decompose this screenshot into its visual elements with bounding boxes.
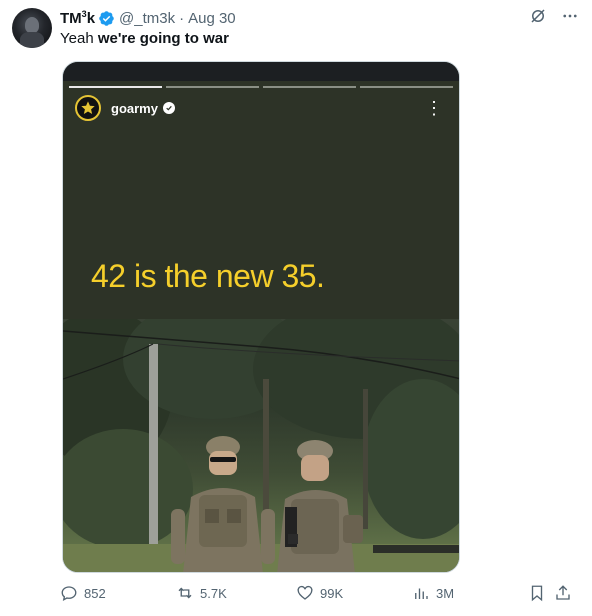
reply-button[interactable]: 852: [60, 584, 106, 602]
header-actions: [528, 6, 580, 26]
like-icon: [297, 585, 313, 600]
share-icon: [556, 585, 570, 600]
like-button[interactable]: 99K: [296, 584, 343, 602]
reply-icon: [61, 586, 77, 602]
like-count: 99K: [320, 585, 344, 601]
tweet-header: TM3k @_tm3k · Aug 30: [60, 8, 576, 28]
views-count: 3M: [436, 585, 455, 601]
progress-segment: [360, 86, 453, 88]
grok-icon[interactable]: [528, 6, 548, 26]
repost-count: 5.7K: [200, 585, 227, 601]
avatar-figure-head: [25, 17, 39, 33]
soldiers-photo: [63, 319, 459, 572]
story-headline: 42 is the new 35.: [91, 258, 325, 294]
display-name[interactable]: TM3k: [60, 9, 95, 27]
bookmark-icon: [531, 585, 543, 602]
tweet-text: Yeah we're going to war: [60, 30, 229, 47]
verified-icon: [98, 10, 115, 27]
more-icon[interactable]: [560, 6, 580, 26]
timestamp[interactable]: Aug 30: [188, 10, 236, 27]
star-logo-icon: [75, 95, 101, 121]
avatar[interactable]: [12, 8, 52, 48]
photo-illustration: [63, 319, 459, 572]
reply-count: 852: [84, 585, 106, 601]
handle[interactable]: @_tm3k: [119, 10, 175, 27]
views-icon: [415, 588, 428, 599]
story-progress: [69, 86, 453, 88]
bookmark-button[interactable]: [528, 584, 546, 602]
repost-button[interactable]: 5.7K: [176, 584, 227, 602]
action-bar: 852 5.7K 99K 3M: [60, 584, 578, 606]
repost-icon: [178, 587, 192, 599]
progress-segment: [69, 86, 162, 88]
story-verified-icon: [162, 102, 175, 114]
story-header: goarmy ⋮: [75, 95, 447, 121]
progress-segment: [166, 86, 259, 88]
story-topbar: [63, 62, 459, 81]
tweet-media[interactable]: goarmy ⋮ 42 is the new 35.: [62, 61, 460, 573]
story-more-icon: ⋮: [425, 98, 443, 118]
avatar-figure-body: [20, 32, 44, 48]
soldier-right: [277, 440, 363, 572]
views-button[interactable]: 3M: [412, 584, 454, 602]
progress-segment: [263, 86, 356, 88]
separator-dot: ·: [179, 9, 185, 27]
story-account-name: goarmy: [111, 100, 158, 116]
share-button[interactable]: [554, 584, 572, 602]
